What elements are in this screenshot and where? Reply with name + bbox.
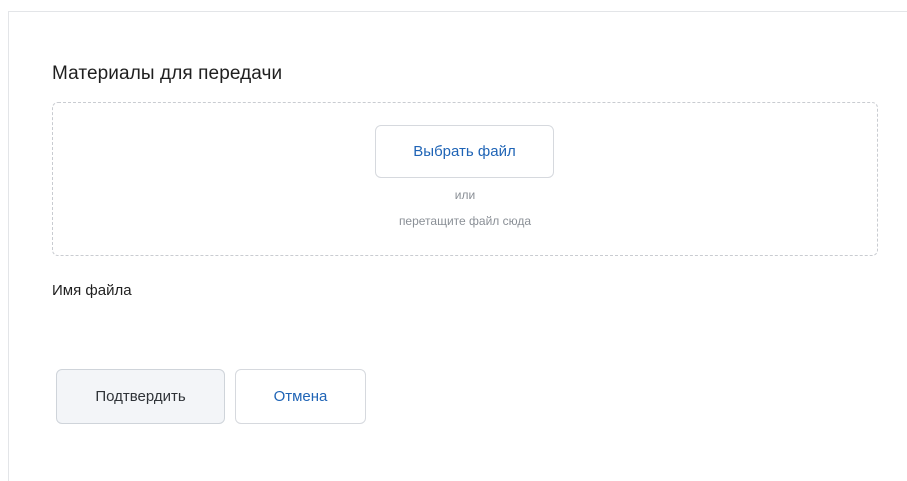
confirm-button[interactable]: Подтвердить [56,369,225,424]
drag-drop-hint: перетащите файл сюда [398,214,532,228]
choose-file-button[interactable]: Выбрать файл [375,125,554,178]
section-title: Материалы для передачи [52,63,283,84]
cancel-button[interactable]: Отмена [235,369,366,424]
file-name-label: Имя файла [52,282,132,299]
or-separator-text: или [454,188,476,202]
